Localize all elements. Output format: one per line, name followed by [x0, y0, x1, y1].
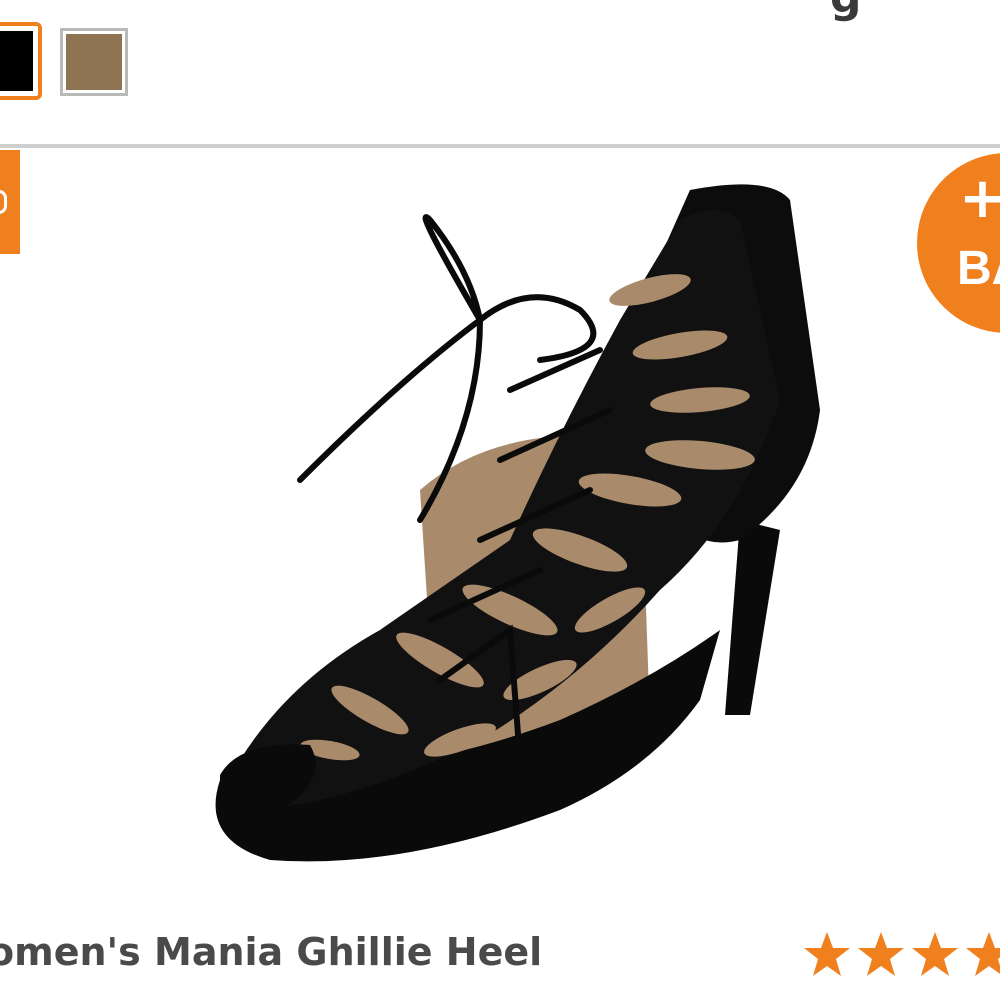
favorite-tag[interactable]: [0, 150, 20, 254]
swatch-black-fill: [0, 31, 33, 91]
product-image[interactable]: [180, 160, 840, 880]
swatch-taupe[interactable]: [60, 28, 128, 96]
star-icon: [804, 932, 850, 976]
clipped-header-text: g: [830, 0, 862, 23]
add-to-bag-button[interactable]: + BA: [917, 153, 1000, 333]
product-title[interactable]: omen's Mania Ghillie Heel: [0, 930, 542, 974]
black-lace-up-heel-image: [215, 184, 820, 862]
add-to-bag-label: BA: [957, 242, 1000, 295]
plus-icon: +: [959, 166, 1000, 231]
star-icon: [966, 932, 1000, 976]
swatch-taupe-fill: [66, 34, 122, 90]
star-rating: [800, 928, 1000, 982]
swatch-black[interactable]: [0, 22, 42, 100]
star-icon: [912, 932, 958, 976]
section-divider: [0, 144, 1000, 148]
tag-icon: [0, 190, 7, 214]
star-icon: [858, 932, 904, 976]
product-page: g + BA: [0, 0, 1000, 1000]
